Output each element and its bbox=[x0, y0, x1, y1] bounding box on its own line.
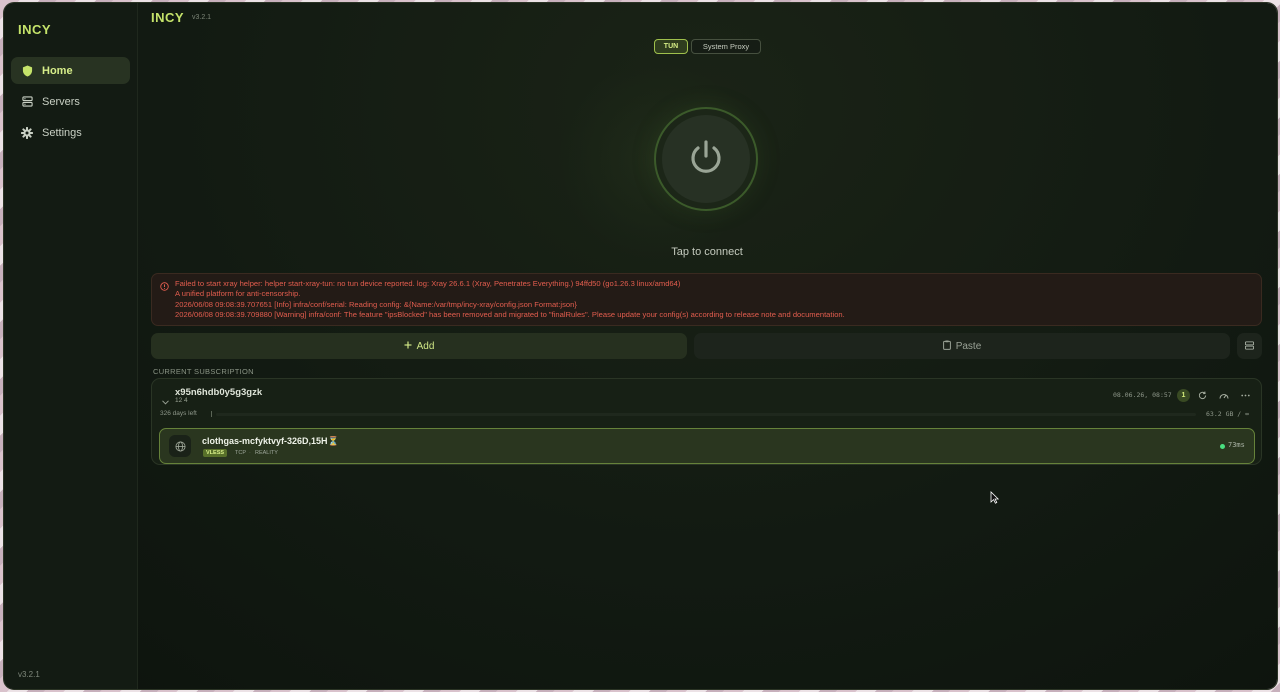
server-name: clothgas-mcfyktvyf-326D,15H⏳ bbox=[202, 436, 339, 446]
more-icon[interactable] bbox=[1239, 389, 1251, 401]
subscription-count-badge: 1 bbox=[1177, 389, 1190, 402]
subscription-name: x95n6hdb0y5g3gzk bbox=[175, 387, 263, 398]
page-title: INCY bbox=[151, 10, 185, 25]
alert-circle-icon bbox=[160, 282, 169, 291]
server-latency: 73ms bbox=[1228, 441, 1245, 449]
subscription-days-left: 326 days left bbox=[160, 410, 197, 417]
subscription-card: x95n6hdb0y5g3gzk 12 4 08.06.26, 08:57 1 … bbox=[151, 378, 1262, 465]
add-button[interactable]: Add bbox=[151, 333, 687, 359]
transport-label: TCP bbox=[235, 450, 246, 456]
sidebar-item-home[interactable]: Home bbox=[11, 57, 130, 84]
tag-separator: · bbox=[249, 450, 251, 456]
plus-icon bbox=[404, 341, 412, 352]
app-window: INCY Home Servers Settings v3.2.1 INCY v… bbox=[4, 3, 1277, 689]
sidebar-brand: INCY bbox=[18, 22, 52, 37]
mode-tun-toggle[interactable]: TUN bbox=[654, 39, 688, 54]
mouse-cursor-icon bbox=[990, 491, 1000, 509]
sidebar-item-label: Home bbox=[42, 64, 73, 77]
gauge-icon[interactable] bbox=[1218, 389, 1230, 401]
add-button-label: Add bbox=[416, 340, 435, 352]
sidebar-item-settings[interactable]: Settings bbox=[11, 119, 130, 146]
paste-button-label: Paste bbox=[955, 340, 982, 352]
subscription-meta: 12 4 bbox=[175, 397, 188, 404]
error-line: 2026/06/08 09:08:39.707651 [Info] infra/… bbox=[175, 299, 577, 309]
power-icon bbox=[686, 137, 726, 182]
app-version: v3.2.1 bbox=[192, 14, 212, 21]
mode-system-proxy-toggle[interactable]: System Proxy bbox=[691, 39, 761, 54]
refresh-icon[interactable] bbox=[1196, 389, 1208, 401]
list-icon bbox=[1245, 337, 1254, 355]
error-line: A unified platform for anti-censorship. bbox=[175, 289, 301, 299]
latency-status-dot bbox=[1220, 444, 1225, 449]
clipboard-icon bbox=[942, 340, 951, 353]
subscription-usage: 63.2 GB / ∞ bbox=[1206, 410, 1250, 418]
shield-icon bbox=[20, 64, 34, 78]
sidebar-item-servers[interactable]: Servers bbox=[11, 88, 130, 115]
subscription-updated: 08.06.26, 08:57 bbox=[1113, 391, 1172, 399]
error-line: 2026/06/08 09:08:39.709880 [Warning] inf… bbox=[175, 309, 845, 319]
paste-button[interactable]: Paste bbox=[694, 333, 1230, 359]
connect-button[interactable] bbox=[654, 107, 758, 211]
error-line: Failed to start xray helper: helper star… bbox=[175, 279, 681, 288]
error-banner: Failed to start xray helper: helper star… bbox=[151, 273, 1262, 326]
connect-caption: Tap to connect bbox=[671, 246, 743, 258]
sidebar-item-label: Servers bbox=[42, 95, 80, 108]
section-label-subscription: CURRENT SUBSCRIPTION bbox=[153, 367, 254, 376]
server-icon bbox=[20, 95, 34, 109]
sidebar-item-label: Settings bbox=[42, 126, 82, 139]
gear-icon bbox=[20, 126, 34, 140]
globe-icon bbox=[169, 435, 191, 457]
subscription-list-button[interactable] bbox=[1237, 333, 1262, 359]
sidebar: INCY Home Servers Settings v3.2.1 bbox=[4, 3, 138, 689]
usage-progress-bar bbox=[216, 413, 1196, 416]
server-item[interactable]: clothgas-mcfyktvyf-326D,15H⏳ VLESS TCP ·… bbox=[159, 428, 1255, 464]
security-label: REALITY bbox=[255, 450, 278, 456]
protocol-badge: VLESS bbox=[203, 449, 228, 457]
chevron-down-icon[interactable] bbox=[162, 392, 169, 410]
divider bbox=[211, 411, 212, 417]
sidebar-version: v3.2.1 bbox=[18, 670, 40, 679]
